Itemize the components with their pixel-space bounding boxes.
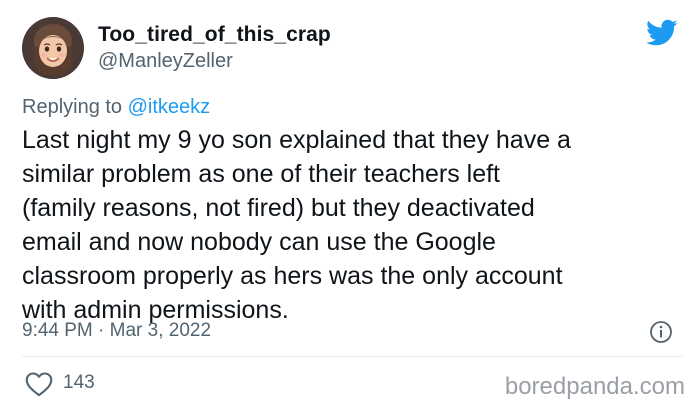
twitter-bird-icon[interactable] [646,19,678,47]
tweet-text: Last night my 9 yo son explained that th… [22,126,571,324]
replying-mention-link[interactable]: @itkeekz [128,96,211,118]
avatar[interactable] [22,17,84,79]
tweet-time: 9:44 PM [22,320,93,341]
tweet-date: Mar 3, 2022 [109,320,212,341]
heart-icon[interactable] [25,371,53,397]
tweet-card: Too_tired_of_this_crap @ManleyZeller Rep… [0,0,700,410]
like-count: 143 [63,372,95,393]
memoji-avatar-icon [22,17,84,79]
meta-separator: · [98,320,105,341]
replying-to-line: Replying to @itkeekz [22,96,210,119]
divider [22,356,683,357]
display-name[interactable]: Too_tired_of_this_crap [98,23,331,47]
replying-prefix: Replying to [22,96,123,118]
info-icon[interactable] [649,320,673,344]
user-handle[interactable]: @ManleyZeller [98,50,233,73]
watermark: boredpanda.com [504,373,685,400]
tweet-timestamp[interactable]: 9:44 PM · Mar 3, 2022 [22,320,211,342]
